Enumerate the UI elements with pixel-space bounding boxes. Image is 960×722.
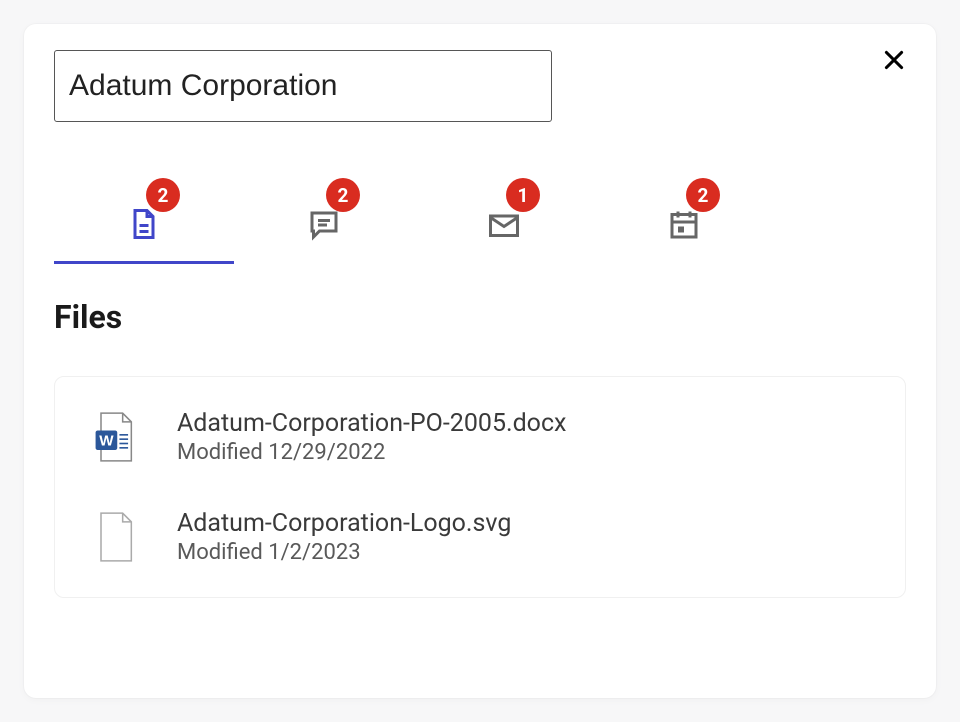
- tab-mail-badge: 1: [506, 178, 540, 212]
- file-modified: Modified 12/29/2022: [177, 440, 566, 465]
- file-meta: Adatum-Corporation-PO-2005.docx Modified…: [177, 409, 566, 465]
- calendar-icon: [666, 207, 702, 243]
- generic-file-icon: [91, 510, 137, 564]
- tab-files[interactable]: 2: [54, 186, 234, 264]
- file-meta: Adatum-Corporation-Logo.svg Modified 1/2…: [177, 509, 511, 565]
- section-title: Files: [54, 298, 906, 336]
- tab-chat[interactable]: 2: [234, 186, 414, 264]
- tab-calendar-badge: 2: [686, 178, 720, 212]
- file-item[interactable]: W Adatum-Corporation-PO-2005.docx Modifi…: [55, 387, 905, 487]
- search-results-panel: 2 2 1 2: [24, 24, 936, 698]
- tab-mail[interactable]: 1: [414, 186, 594, 264]
- mail-icon: [486, 207, 522, 243]
- tab-files-badge: 2: [146, 178, 180, 212]
- file-name: Adatum-Corporation-PO-2005.docx: [177, 409, 566, 438]
- search-input[interactable]: [54, 50, 552, 122]
- tab-calendar[interactable]: 2: [594, 186, 774, 264]
- tab-chat-badge: 2: [326, 178, 360, 212]
- file-modified: Modified 1/2/2023: [177, 540, 511, 565]
- close-button[interactable]: [876, 42, 912, 78]
- word-document-icon: W: [91, 410, 137, 464]
- svg-text:W: W: [99, 433, 114, 450]
- file-item[interactable]: Adatum-Corporation-Logo.svg Modified 1/2…: [55, 487, 905, 587]
- file-name: Adatum-Corporation-Logo.svg: [177, 509, 511, 538]
- tabs: 2 2 1 2: [54, 186, 906, 264]
- chat-icon: [306, 207, 342, 243]
- close-icon: [881, 47, 907, 73]
- file-list: W Adatum-Corporation-PO-2005.docx Modifi…: [54, 376, 906, 598]
